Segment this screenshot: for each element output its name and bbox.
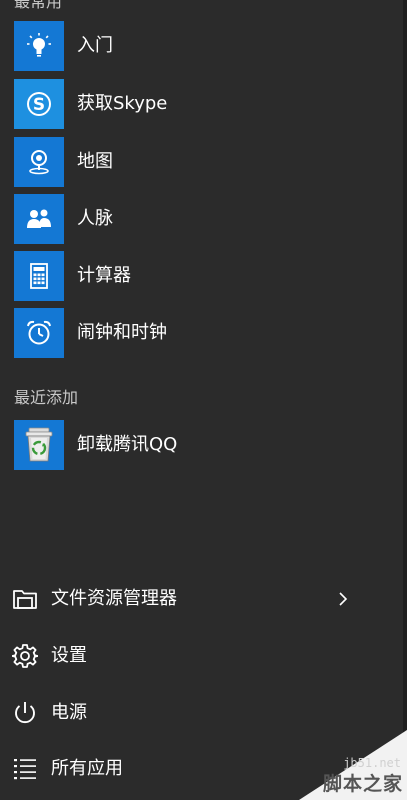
start-menu: 最常用 入门 S 获取Skype 地图 人脉 计算器 闹钟和时钟 最近添加 卸载… <box>0 0 407 800</box>
app-item-calculator[interactable]: 计算器 <box>0 251 400 307</box>
app-label: 入门 <box>77 35 113 56</box>
calculator-icon <box>14 251 64 301</box>
app-item-alarms-clock[interactable]: 闹钟和时钟 <box>0 308 400 364</box>
sys-label: 所有应用 <box>51 758 123 779</box>
app-item-uninstall-qq[interactable]: 卸载腾讯QQ <box>0 420 400 476</box>
power-icon <box>15 702 35 724</box>
sys-label: 电源 <box>51 702 87 723</box>
file-explorer-item[interactable]: 文件资源管理器 <box>0 574 400 624</box>
list-icon <box>14 759 36 780</box>
most-used-header: 最常用 <box>14 0 63 11</box>
svg-text:S: S <box>33 95 45 115</box>
lightbulb-icon <box>14 21 64 71</box>
watermark: jb51.net 脚本之家 <box>299 730 407 800</box>
sys-label: 设置 <box>51 645 87 666</box>
watermark-url: jb51.net <box>343 756 401 770</box>
folder-icon <box>13 590 37 609</box>
app-label: 计算器 <box>77 265 131 286</box>
people-icon <box>14 194 64 244</box>
recycle-bin-icon <box>14 420 64 470</box>
skype-icon: S <box>14 79 64 129</box>
app-item-get-skype[interactable]: S 获取Skype <box>0 79 400 135</box>
app-label: 地图 <box>77 151 113 172</box>
chevron-right-icon[interactable] <box>336 590 350 608</box>
app-label: 获取Skype <box>77 93 168 114</box>
scrollbar-track <box>403 0 407 800</box>
sys-label: 文件资源管理器 <box>51 588 177 609</box>
settings-item[interactable]: 设置 <box>0 631 400 681</box>
app-item-people[interactable]: 人脉 <box>0 194 400 250</box>
app-label: 闹钟和时钟 <box>77 322 167 343</box>
app-label: 卸载腾讯QQ <box>77 434 178 455</box>
app-item-maps[interactable]: 地图 <box>0 137 400 193</box>
watermark-brand: 脚本之家 <box>322 773 403 795</box>
recently-added-header: 最近添加 <box>14 388 79 407</box>
app-item-get-started[interactable]: 入门 <box>0 21 400 77</box>
app-label: 人脉 <box>77 208 113 229</box>
map-pin-icon <box>14 137 64 187</box>
alarm-clock-icon <box>14 308 64 358</box>
gear-icon <box>12 644 38 668</box>
